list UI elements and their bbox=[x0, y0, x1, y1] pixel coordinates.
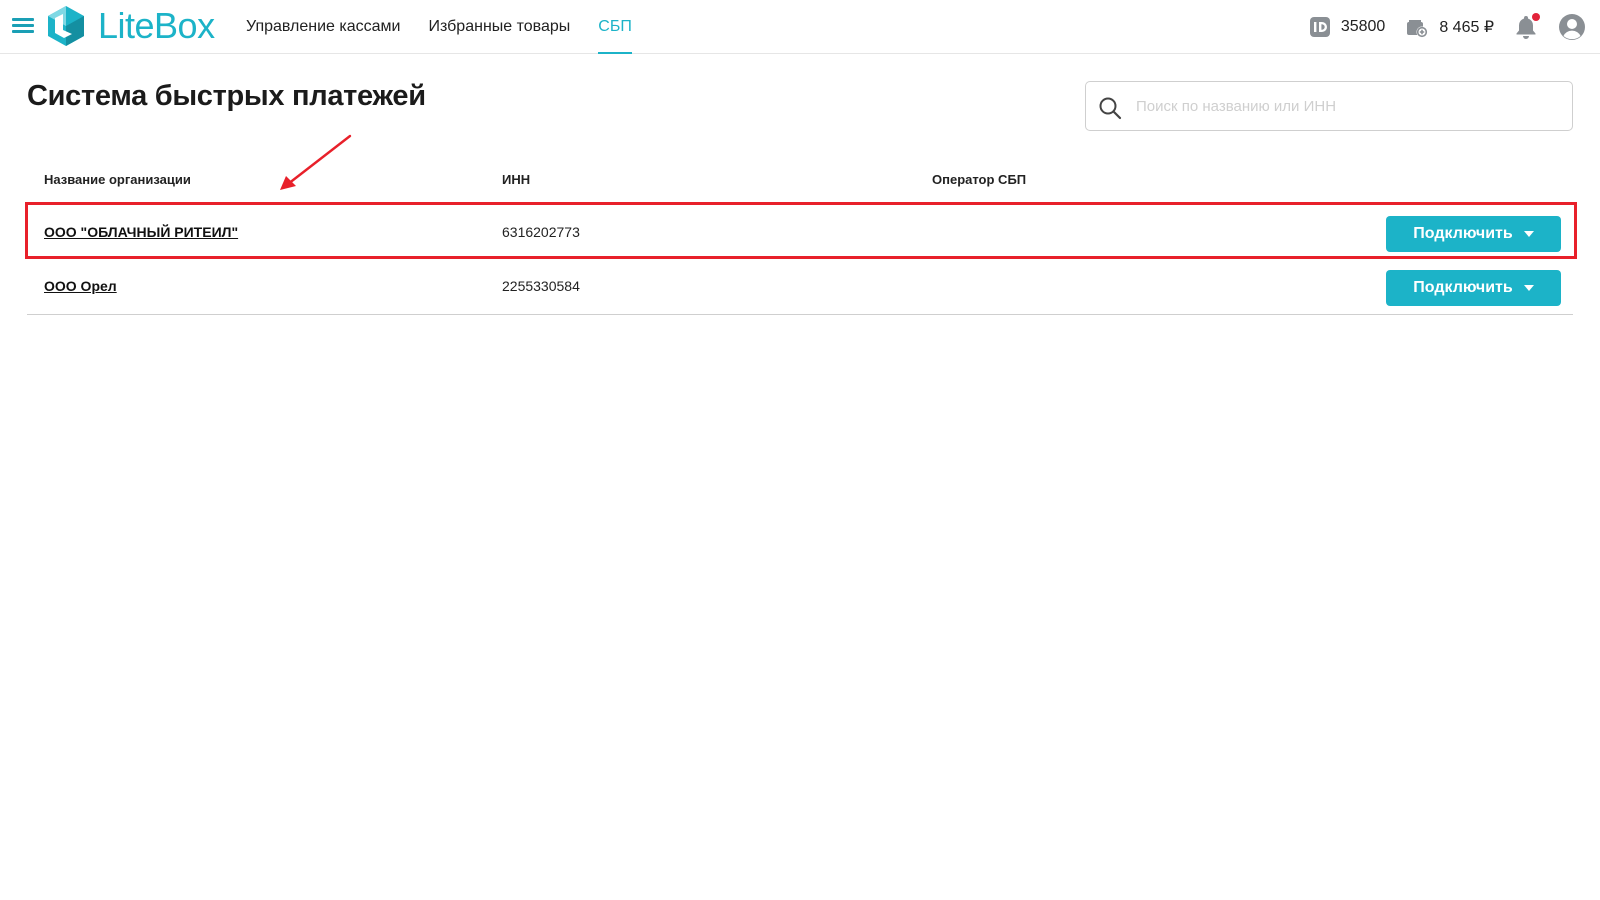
chevron-down-icon bbox=[1523, 285, 1534, 291]
table-row: ООО "ОБЛАЧНЫЙ РИТЕИЛ" 6316202773 Подключ… bbox=[27, 204, 1573, 260]
profile[interactable] bbox=[1558, 13, 1586, 41]
org-name-link[interactable]: ООО Орел bbox=[44, 258, 117, 314]
hamburger-menu-icon[interactable] bbox=[12, 18, 34, 34]
balance-value: 8 465 ₽ bbox=[1439, 19, 1494, 36]
annotation-arrow-icon bbox=[280, 134, 352, 190]
search-input[interactable] bbox=[1136, 82, 1562, 130]
logo[interactable]: LiteBox bbox=[44, 4, 215, 48]
connect-button[interactable]: Подключить bbox=[1386, 216, 1561, 252]
account-id[interactable]: 35800 bbox=[1309, 16, 1386, 38]
unread-dot bbox=[1532, 13, 1540, 21]
user-avatar-icon bbox=[1559, 14, 1585, 40]
main-nav: Управление кассами Избранные товары СБП bbox=[246, 0, 660, 54]
page-title: Система быстрых платежей bbox=[27, 80, 426, 112]
id-badge-icon bbox=[1309, 17, 1330, 37]
brand-name: LiteBox bbox=[98, 5, 215, 46]
account-id-value: 35800 bbox=[1340, 18, 1386, 35]
header-tools: 35800 8 465 ₽ bbox=[1289, 0, 1586, 54]
table-row: ООО Орел 2255330584 Подключить bbox=[27, 258, 1573, 314]
connect-button-label: Подключить bbox=[1413, 279, 1513, 296]
nav-item-favorites[interactable]: Избранные товары bbox=[428, 0, 570, 54]
nav-item-sbp[interactable]: СБП bbox=[598, 0, 632, 54]
connect-button-label: Подключить bbox=[1413, 225, 1513, 242]
search-icon bbox=[1099, 97, 1122, 120]
column-header-operator: Оператор СБП bbox=[932, 172, 1027, 187]
column-header-name: Название организации bbox=[44, 172, 191, 187]
inn-value: 2255330584 bbox=[502, 278, 580, 294]
column-header-inn: ИНН bbox=[502, 172, 531, 187]
top-bar: LiteBox Управление кассами Избранные тов… bbox=[0, 0, 1600, 54]
search-box bbox=[1085, 81, 1573, 131]
notifications[interactable] bbox=[1514, 13, 1540, 40]
connect-button[interactable]: Подключить bbox=[1386, 270, 1561, 306]
balance[interactable]: 8 465 ₽ bbox=[1405, 15, 1494, 39]
wallet-icon bbox=[1407, 20, 1428, 38]
nav-item-cash-registers[interactable]: Управление кассами bbox=[246, 0, 400, 54]
chevron-down-icon bbox=[1523, 231, 1534, 237]
inn-value: 6316202773 bbox=[502, 224, 580, 240]
litebox-logo-icon bbox=[48, 6, 84, 46]
table-divider bbox=[27, 314, 1573, 315]
org-name-link[interactable]: ООО "ОБЛАЧНЫЙ РИТЕИЛ" bbox=[44, 204, 238, 260]
